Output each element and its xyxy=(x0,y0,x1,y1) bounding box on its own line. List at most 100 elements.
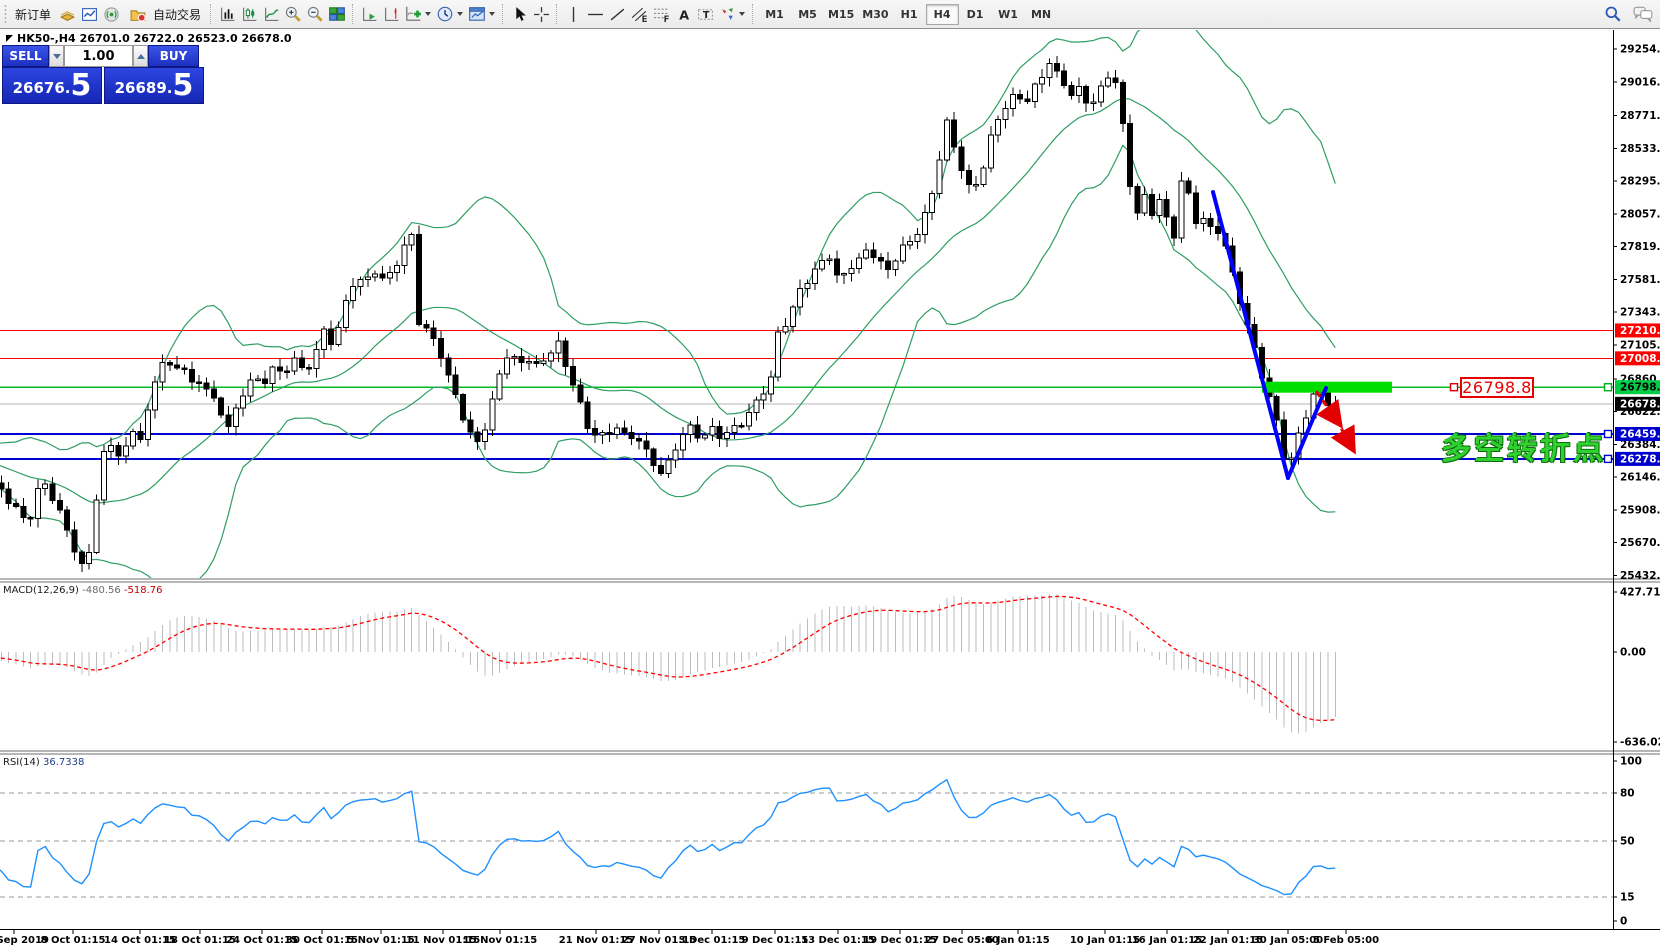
sell-price-pips: 5 xyxy=(71,71,92,101)
buy-price-pips: 5 xyxy=(173,71,194,101)
time-axis[interactable]: 30 Sep 20198 Oct 01:1514 Oct 01:1518 Oct… xyxy=(0,929,1379,946)
chat-icon[interactable] xyxy=(1632,3,1654,25)
timeframe-m5[interactable]: M5 xyxy=(791,4,824,25)
svg-text:25432.0: 25432.0 xyxy=(1620,570,1660,582)
horizontal-level-lines[interactable] xyxy=(0,330,1613,458)
templates-dropdown-icon[interactable] xyxy=(489,12,495,16)
timeframe-h4[interactable]: H4 xyxy=(926,4,959,25)
macd-panel xyxy=(0,594,1335,733)
svg-text:26678.0: 26678.0 xyxy=(1620,398,1660,410)
price-axis[interactable]: 29254.029016.028771.028533.028295.028057… xyxy=(1613,44,1660,928)
volume-input[interactable]: 1.00 xyxy=(64,45,133,67)
svg-text:27819.0: 27819.0 xyxy=(1620,241,1660,253)
timeframe-d1[interactable]: D1 xyxy=(959,4,992,25)
channel-tool-icon[interactable]: E xyxy=(628,3,650,25)
buy-button[interactable]: BUY xyxy=(148,45,199,67)
templates-icon[interactable] xyxy=(466,3,488,25)
timeframe-h1[interactable]: H1 xyxy=(893,4,926,25)
arrows-tool-icon[interactable] xyxy=(716,3,738,25)
svg-text:F: F xyxy=(663,14,669,22)
timeframe-mn[interactable]: MN xyxy=(1025,4,1058,25)
tile-windows-icon[interactable] xyxy=(326,3,348,25)
toolbar-grip xyxy=(4,4,8,24)
svg-text:25670.0: 25670.0 xyxy=(1620,537,1660,549)
sell-price-main: 26676. xyxy=(13,75,71,101)
timeframe-m1[interactable]: M1 xyxy=(758,4,791,25)
bollinger-bands xyxy=(0,30,1335,588)
sell-button[interactable]: SELL xyxy=(2,45,49,67)
macd-indicator-label: MACD(12,26,9) -480.56 -518.76 xyxy=(3,585,163,596)
svg-text:27581.0: 27581.0 xyxy=(1620,274,1660,286)
toolbar-separator xyxy=(556,4,558,24)
svg-text:28533.0: 28533.0 xyxy=(1620,143,1660,155)
market-watch-icon[interactable] xyxy=(78,3,100,25)
svg-text:25908.0: 25908.0 xyxy=(1620,504,1660,516)
macd-signal-value: -518.76 xyxy=(124,585,163,596)
chart-canvas[interactable]: 29254.029016.028771.028533.028295.028057… xyxy=(0,30,1660,946)
svg-text:26278.4: 26278.4 xyxy=(1620,453,1660,465)
volume-decrease-button[interactable] xyxy=(49,45,64,67)
cursor-icon[interactable] xyxy=(508,3,530,25)
svg-text:27008.4: 27008.4 xyxy=(1620,353,1660,365)
buy-price[interactable]: 26689.5 xyxy=(104,67,204,104)
signals-icon[interactable] xyxy=(100,3,122,25)
autotrading-button[interactable]: 自动交易 xyxy=(122,3,206,25)
bar-chart-icon[interactable] xyxy=(216,3,238,25)
svg-text:A: A xyxy=(679,8,689,23)
zoom-out-icon[interactable] xyxy=(304,3,326,25)
new-order-button[interactable]: 新订单 xyxy=(10,3,56,25)
svg-text:28057.0: 28057.0 xyxy=(1620,208,1660,220)
arrows-dropdown-icon[interactable] xyxy=(739,12,745,16)
turning-point-annotation[interactable]: 多空转折点 xyxy=(1441,424,1606,468)
toolbar-separator xyxy=(502,4,504,24)
svg-text:29254.0: 29254.0 xyxy=(1620,44,1660,56)
vertical-line-tool-icon[interactable] xyxy=(562,3,584,25)
periods-dropdown-icon[interactable] xyxy=(457,12,463,16)
periods-clock-icon[interactable] xyxy=(434,3,456,25)
timeframe-m15[interactable]: M15 xyxy=(824,4,858,25)
svg-text:10 Jan 01:15: 10 Jan 01:15 xyxy=(1070,935,1140,946)
text-tool-icon[interactable]: A xyxy=(672,3,694,25)
svg-text:27105.0: 27105.0 xyxy=(1620,340,1660,352)
search-icon[interactable] xyxy=(1602,3,1624,25)
svg-text:15 Nov 01:15: 15 Nov 01:15 xyxy=(463,935,538,946)
sell-price[interactable]: 26676.5 xyxy=(2,67,102,104)
price-callout-label[interactable]: 26798.8 xyxy=(1460,377,1534,398)
svg-text:50: 50 xyxy=(1620,836,1635,848)
trendline-tool-icon[interactable] xyxy=(606,3,628,25)
svg-text:26459.1: 26459.1 xyxy=(1620,428,1660,440)
symbol-name: HK50-,H4 xyxy=(17,32,76,45)
svg-text:15: 15 xyxy=(1620,892,1635,904)
chart-shift-icon[interactable] xyxy=(380,3,402,25)
one-click-trading-panel: SELL 1.00 BUY 26676.5 26689.5 xyxy=(2,45,204,104)
zoom-in-icon[interactable] xyxy=(282,3,304,25)
crosshair-icon[interactable] xyxy=(530,3,552,25)
svg-text:80: 80 xyxy=(1620,788,1635,800)
label-tool-icon[interactable]: T xyxy=(694,3,716,25)
svg-text:E: E xyxy=(641,14,647,22)
svg-text:5 Feb 05:00: 5 Feb 05:00 xyxy=(1313,935,1379,946)
volume-increase-button[interactable] xyxy=(133,45,148,67)
svg-text:28771.0: 28771.0 xyxy=(1620,110,1660,122)
svg-text:28295.0: 28295.0 xyxy=(1620,176,1660,188)
buy-price-main: 26689. xyxy=(115,75,173,101)
fibonacci-tool-icon[interactable]: F xyxy=(650,3,672,25)
indicators-dropdown-icon[interactable] xyxy=(425,12,431,16)
svg-text:5 Nov 01:15: 5 Nov 01:15 xyxy=(347,935,415,946)
auto-scroll-icon[interactable] xyxy=(358,3,380,25)
horizontal-line-tool-icon[interactable] xyxy=(584,3,606,25)
svg-text:0: 0 xyxy=(1620,916,1627,928)
macd-main-value: -480.56 xyxy=(82,585,121,596)
svg-text:T: T xyxy=(702,10,709,21)
svg-text:8 Oct 01:15: 8 Oct 01:15 xyxy=(41,935,106,946)
timeframe-m30[interactable]: M30 xyxy=(858,4,892,25)
one-click-collapse-icon[interactable] xyxy=(6,35,13,42)
svg-text:6 Jan 01:15: 6 Jan 01:15 xyxy=(986,935,1049,946)
timeframe-w1[interactable]: W1 xyxy=(992,4,1025,25)
indicators-icon[interactable] xyxy=(402,3,424,25)
line-chart-icon[interactable] xyxy=(260,3,282,25)
autotrading-label: 自动交易 xyxy=(153,6,201,23)
main-toolbar: 新订单 自动交易 xyxy=(0,0,1660,29)
new-order-icon[interactable] xyxy=(56,3,78,25)
candlestick-chart-icon[interactable] xyxy=(238,3,260,25)
